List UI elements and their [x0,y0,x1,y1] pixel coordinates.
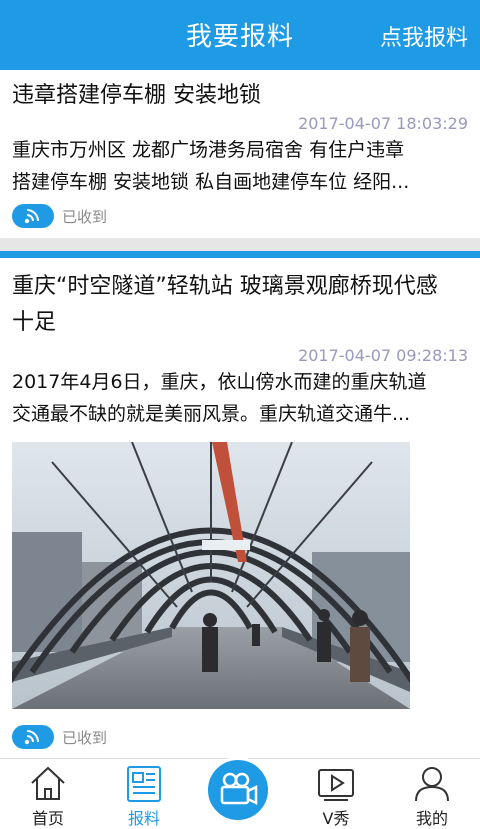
tab-report[interactable]: 报料 [96,759,192,829]
feed-item-summary-line1: 重庆市万州区 龙都广场港务局宿舍 有住户违章 [12,139,405,161]
play-video-icon [316,763,356,803]
feed-item-title-line2: 十足 [12,310,57,335]
home-icon [28,763,68,803]
tab-label: 报料 [127,809,160,828]
news-report-icon [124,763,164,803]
tab-label: 我的 [415,809,448,828]
feed-item-time: 2017-04-07 18:03:29 [298,114,468,133]
feed-item[interactable]: 违章搭建停车棚 安装地锁 2017-04-07 18:03:29 重庆市万州区 … [0,70,480,238]
feed-item[interactable]: 重庆“时空隧道”轻轨站 玻璃景观廊桥现代感 十足 2017-04-07 09:2… [0,258,480,758]
feed-item-summary-line1: 2017年4月6日，重庆，依山傍水而建的重庆轨道 [12,371,427,393]
feed-item-summary-line2: 搭建停车棚 安装地锁 私自画地建停车位 经阳... [12,171,410,193]
status-received: 已收到 [12,204,107,228]
bottom-tab-bar: 首页 报料 V秀 我的 [0,757,480,829]
report-action-button[interactable]: 点我报料 [380,20,468,52]
feed-item-photo[interactable] [12,442,410,709]
video-camera-icon [205,757,271,823]
tab-vshow[interactable]: V秀 [288,759,384,829]
user-profile-icon [412,763,452,803]
tab-label: 首页 [31,809,64,828]
status-text: 已收到 [62,207,108,226]
app-header: 我要报料 点我报料 [0,0,480,70]
status-received: 已收到 [12,725,107,749]
divider-accent-bar [0,251,480,258]
feed-item-summary-line2: 交通最不缺的就是美丽风景。重庆轨道交通牛... [12,403,411,425]
tab-home[interactable]: 首页 [0,759,96,829]
received-badge-icon [12,725,54,749]
feed-item-title: 违章搭建停车棚 安装地锁 [12,83,261,108]
tab-label: V秀 [322,809,350,828]
tab-video-upload[interactable] [192,757,288,829]
received-badge-icon [12,204,54,228]
feed-item-title-line1: 重庆“时空隧道”轻轨站 玻璃景观廊桥现代感 [12,274,438,299]
tab-mine[interactable]: 我的 [384,759,480,829]
feed-item-time: 2017-04-07 09:28:13 [298,346,468,365]
status-text: 已收到 [62,728,108,747]
section-divider [0,238,480,258]
